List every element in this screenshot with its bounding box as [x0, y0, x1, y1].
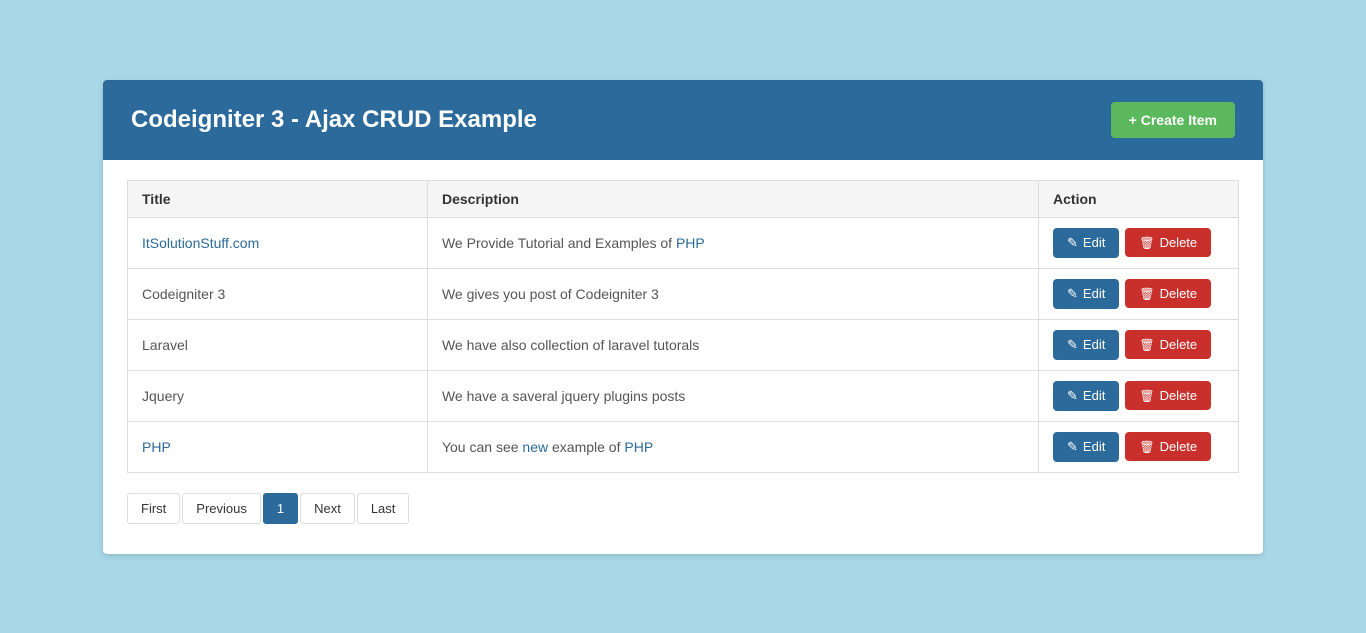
column-header-description: Description [427, 180, 1038, 217]
delete-label: Delete [1160, 439, 1198, 454]
column-header-title: Title [128, 180, 428, 217]
pagination-current-page[interactable]: 1 [263, 493, 298, 524]
pagination-next-button[interactable]: Next [300, 493, 355, 524]
edit-label: Edit [1083, 337, 1105, 352]
main-container: Codeigniter 3 - Ajax CRUD Example + Crea… [103, 80, 1263, 554]
cell-action: Edit Delete [1039, 217, 1239, 268]
edit-label: Edit [1083, 388, 1105, 403]
table-row: Codeigniter 3 We gives you post of Codei… [128, 268, 1239, 319]
trash-icon [1139, 337, 1154, 352]
delete-button[interactable]: Delete [1125, 330, 1211, 359]
table-header-row: Title Description Action [128, 180, 1239, 217]
edit-button[interactable]: Edit [1053, 330, 1119, 360]
action-buttons: Edit Delete [1053, 432, 1224, 462]
table-row: Laravel We have also collection of larav… [128, 319, 1239, 370]
delete-label: Delete [1160, 286, 1198, 301]
edit-button[interactable]: Edit [1053, 279, 1119, 309]
action-buttons: Edit Delete [1053, 381, 1224, 411]
description-php-link[interactable]: PHP [624, 439, 653, 455]
cell-title: Codeigniter 3 [128, 268, 428, 319]
cell-description: We gives you post of Codeigniter 3 [427, 268, 1038, 319]
pencil-icon [1067, 286, 1078, 302]
pagination-previous-button[interactable]: Previous [182, 493, 261, 524]
edit-label: Edit [1083, 439, 1105, 454]
pagination-last-button[interactable]: Last [357, 493, 410, 524]
description-new-link[interactable]: new [522, 439, 548, 455]
edit-button[interactable]: Edit [1053, 432, 1119, 462]
trash-icon [1139, 286, 1154, 301]
edit-button[interactable]: Edit [1053, 228, 1119, 258]
pencil-icon [1067, 235, 1078, 251]
table-row: Jquery We have a saveral jquery plugins … [128, 370, 1239, 421]
create-item-button[interactable]: + Create Item [1111, 102, 1235, 138]
pagination-first-button[interactable]: First [127, 493, 180, 524]
cell-action: Edit Delete [1039, 370, 1239, 421]
edit-button[interactable]: Edit [1053, 381, 1119, 411]
edit-label: Edit [1083, 235, 1105, 250]
cell-action: Edit Delete [1039, 319, 1239, 370]
table-row: PHP You can see new example of PHP Edit … [128, 421, 1239, 472]
items-table: Title Description Action ItSolutionStuff… [127, 180, 1239, 473]
pencil-icon [1067, 439, 1078, 455]
pencil-icon [1067, 337, 1078, 353]
cell-description: We Provide Tutorial and Examples of PHP [427, 217, 1038, 268]
delete-label: Delete [1160, 388, 1198, 403]
delete-button[interactable]: Delete [1125, 279, 1211, 308]
delete-label: Delete [1160, 337, 1198, 352]
cell-description: We have a saveral jquery plugins posts [427, 370, 1038, 421]
title-link[interactable]: ItSolutionStuff.com [142, 235, 259, 251]
cell-description: We have also collection of laravel tutor… [427, 319, 1038, 370]
pencil-icon [1067, 388, 1078, 404]
cell-action: Edit Delete [1039, 421, 1239, 472]
trash-icon [1139, 388, 1154, 403]
delete-button[interactable]: Delete [1125, 228, 1211, 257]
delete-button[interactable]: Delete [1125, 381, 1211, 410]
action-buttons: Edit Delete [1053, 330, 1224, 360]
cell-action: Edit Delete [1039, 268, 1239, 319]
cell-title: PHP [128, 421, 428, 472]
cell-title: ItSolutionStuff.com [128, 217, 428, 268]
page-header: Codeigniter 3 - Ajax CRUD Example + Crea… [103, 80, 1263, 160]
trash-icon [1139, 235, 1154, 250]
column-header-action: Action [1039, 180, 1239, 217]
trash-icon [1139, 439, 1154, 454]
cell-description: You can see new example of PHP [427, 421, 1038, 472]
pagination: First Previous 1 Next Last [127, 493, 1239, 524]
action-buttons: Edit Delete [1053, 228, 1224, 258]
cell-title: Laravel [128, 319, 428, 370]
table-row: ItSolutionStuff.com We Provide Tutorial … [128, 217, 1239, 268]
description-php-link[interactable]: PHP [676, 235, 705, 251]
cell-title: Jquery [128, 370, 428, 421]
title-link[interactable]: PHP [142, 439, 171, 455]
action-buttons: Edit Delete [1053, 279, 1224, 309]
page-title: Codeigniter 3 - Ajax CRUD Example [131, 106, 537, 134]
delete-button[interactable]: Delete [1125, 432, 1211, 461]
edit-label: Edit [1083, 286, 1105, 301]
delete-label: Delete [1160, 235, 1198, 250]
table-wrapper: Title Description Action ItSolutionStuff… [103, 160, 1263, 554]
